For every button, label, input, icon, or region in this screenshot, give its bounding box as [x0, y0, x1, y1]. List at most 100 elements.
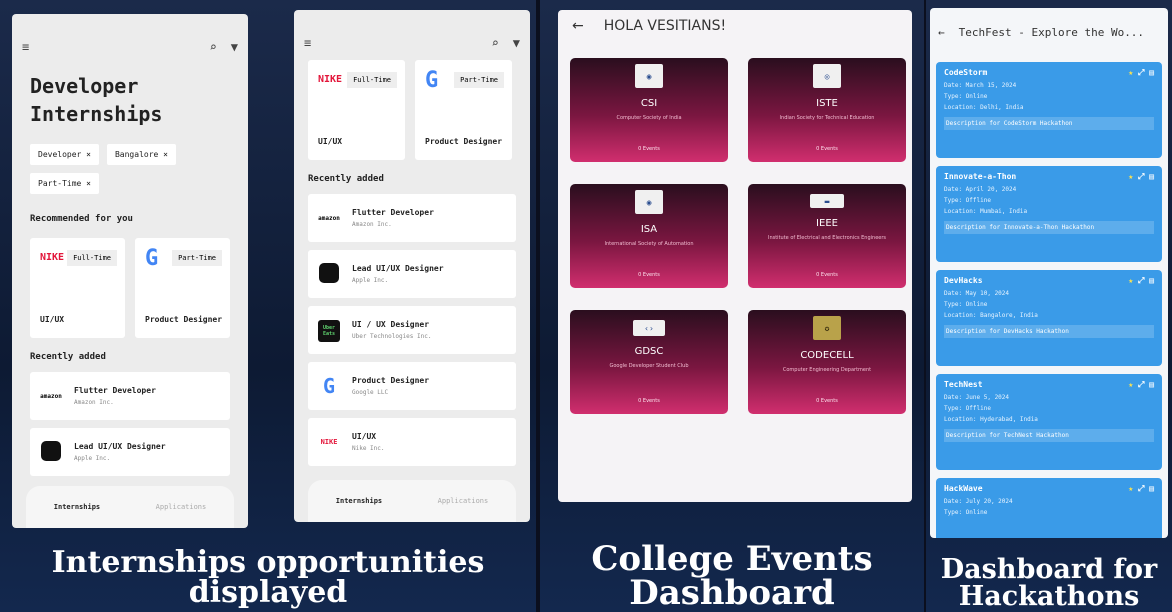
hackathon-card[interactable]: TechNest ★ ⤢ ▤ Date: June 5, 2024 Type: O…: [936, 374, 1162, 470]
filter-icon[interactable]: ▼: [231, 40, 238, 54]
event-count: 0 Events: [816, 272, 838, 278]
actions-icon[interactable]: ★ ⤢ ▤: [1128, 276, 1154, 286]
internships-screen-b: ≡ ⌕ ▼ NIKE Full-Time UI/UX G Part-Time P…: [294, 10, 530, 522]
job-card[interactable]: NIKE Full-Time UI/UX: [308, 60, 405, 160]
hackathon-type: Type: Offline: [944, 197, 991, 204]
hackathon-location: Location: Bangalore, India: [944, 312, 1038, 319]
hackathon-card[interactable]: HackWave ★ ⤢ ▤ Date: July 20, 2024 Type: …: [936, 478, 1162, 538]
event-card-iste[interactable]: ◎ ISTE Indian Society for Technical Educ…: [748, 58, 906, 162]
hackathon-date: Date: May 10, 2024: [944, 290, 1010, 297]
filter-icon[interactable]: ▼: [513, 36, 520, 50]
event-card-codecell[interactable]: ✪ CODECELL Computer Engineering Departme…: [748, 310, 906, 414]
amazon-logo: amazon: [318, 214, 340, 222]
job-role: Product Designer: [145, 315, 223, 324]
job-card[interactable]: NIKE Full-Time UI/UX: [30, 238, 125, 338]
recommended-cards: NIKE Full-Time UI/UX G Part-Time Product…: [12, 238, 248, 338]
apple-logo: [38, 440, 64, 464]
list-item-title: Lead UI/UX Designer: [352, 264, 444, 273]
actions-icon[interactable]: ★ ⤢ ▤: [1128, 380, 1154, 390]
list-item-company: Apple Inc.: [352, 277, 389, 284]
event-subtitle: Indian Society for Technical Education: [779, 115, 875, 121]
tab-applications[interactable]: Applications: [156, 503, 207, 511]
list-item[interactable]: Lead UI/UX Designer Apple Inc.: [308, 250, 516, 298]
hackathon-description: Description for CodeStorm Hackathon: [944, 117, 1154, 130]
event-subtitle: International Society of Automation: [604, 241, 694, 247]
menu-icon[interactable]: ≡: [22, 40, 29, 54]
hackathon-card[interactable]: Innovate-a-Thon ★ ⤢ ▤ Date: April 20, 202…: [936, 166, 1162, 262]
list-item[interactable]: Uber Eats UI / UX Designer Uber Technolog…: [308, 306, 516, 354]
chip-bangalore[interactable]: Bangalore ×: [106, 144, 176, 165]
google-logo: G: [322, 374, 336, 398]
hackathon-date: Date: July 20, 2024: [944, 498, 1013, 505]
list-item-title: Product Designer: [352, 376, 430, 385]
event-count: 0 Events: [638, 398, 660, 404]
event-name: CODECELL: [800, 350, 854, 361]
list-item[interactable]: G Product Designer Google LLC: [308, 362, 516, 410]
nike-logo: NIKE: [318, 74, 343, 85]
chip-part-time[interactable]: Part-Time ×: [30, 173, 99, 194]
chip-developer[interactable]: Developer ×: [30, 144, 99, 165]
list-item-company: Amazon Inc.: [74, 399, 114, 406]
internships-caption: Internships opportunities displayed: [51, 545, 485, 610]
menu-icon[interactable]: ≡: [304, 36, 311, 50]
recommended-cards: NIKE Full-Time UI/UX G Part-Time Product…: [294, 60, 530, 160]
hackathon-title: HackWave: [944, 484, 983, 493]
internships-panel: ≡ ⌕ ▼ Developer Internships Developer × …: [0, 0, 536, 612]
job-card[interactable]: G Part-Time Product Designer: [135, 238, 230, 338]
gdsc-logo: ‹›: [633, 320, 665, 336]
nike-logo: NIKE: [40, 252, 65, 263]
recent-heading: Recently added: [30, 352, 106, 362]
back-arrow-icon[interactable]: ←: [938, 26, 945, 39]
tab-internships[interactable]: Internships: [54, 503, 100, 511]
event-card-isa[interactable]: ◉ ISA International Society of Automatio…: [570, 184, 728, 288]
hackathon-title: CodeStorm: [944, 68, 988, 77]
event-name: IEEE: [816, 218, 838, 229]
hackathons-caption: Dashboard for Hackathons: [940, 554, 1158, 612]
event-name: ISA: [640, 224, 658, 235]
codecell-logo: ✪: [813, 316, 841, 340]
hackathon-title: Innovate-a-Thon: [944, 172, 1017, 181]
list-item[interactable]: NIKE UI/UX Nike Inc.: [308, 418, 516, 466]
back-arrow-icon[interactable]: ←: [572, 18, 584, 34]
hackathon-card[interactable]: DevHacks ★ ⤢ ▤ Date: May 10, 2024 Type: O…: [936, 270, 1162, 366]
search-icon[interactable]: ⌕: [210, 40, 217, 54]
amazon-logo: amazon: [40, 392, 62, 400]
event-card-ieee[interactable]: ▬ IEEE Institute of Electrical and Elect…: [748, 184, 906, 288]
actions-icon[interactable]: ★ ⤢ ▤: [1128, 172, 1154, 182]
list-item[interactable]: Lead UI/UX Designer Apple Inc.: [30, 428, 230, 476]
actions-icon[interactable]: ★ ⤢ ▤: [1128, 68, 1154, 78]
search-icon[interactable]: ⌕: [492, 36, 499, 50]
list-item-title: Flutter Developer: [352, 208, 434, 217]
top-bar: ≡ ⌕ ▼: [294, 32, 530, 54]
event-card-gdsc[interactable]: ‹› GDSC Google Developer Student Club 0 …: [570, 310, 728, 414]
event-count: 0 Events: [638, 272, 660, 278]
list-item-company: Amazon Inc.: [352, 221, 392, 228]
internships-screen-a: ≡ ⌕ ▼ Developer Internships Developer × …: [12, 14, 248, 528]
hackathon-type: Type: Offline: [944, 405, 991, 412]
filter-chips: Developer × Bangalore × Part-Time ×: [12, 144, 248, 194]
job-type-tag: Part-Time: [172, 250, 222, 266]
tab-applications[interactable]: Applications: [438, 497, 489, 505]
list-item-company: Uber Technologies Inc.: [352, 333, 432, 340]
job-card[interactable]: G Part-Time Product Designer: [415, 60, 512, 160]
events-screen: ← HOLA VESITIANS! ◉ CSI Computer Society…: [558, 10, 912, 502]
hackathon-date: Date: March 15, 2024: [944, 82, 1017, 89]
recommended-heading: Recommended for you: [30, 214, 133, 224]
iste-logo: ◎: [813, 64, 841, 88]
list-item-title: Lead UI/UX Designer: [74, 442, 166, 451]
bottom-nav: Internships Applications: [308, 480, 516, 522]
hackathon-description: Description for DevHacks Hackathon: [944, 325, 1154, 338]
list-item-company: Apple Inc.: [74, 455, 111, 462]
actions-icon[interactable]: ★ ⤢ ▤: [1128, 484, 1154, 494]
job-type-tag: Part-Time: [454, 72, 504, 88]
list-item[interactable]: amazon Flutter Developer Amazon Inc.: [30, 372, 230, 420]
job-type-tag: Full-Time: [67, 250, 117, 266]
top-bar: ≡ ⌕ ▼: [12, 36, 248, 58]
hackathon-card[interactable]: CodeStorm ★ ⤢ ▤ Date: March 15, 2024 Type…: [936, 62, 1162, 158]
hackathons-title: TechFest - Explore the Wo...: [958, 26, 1145, 39]
page-title: Developer Internships: [30, 74, 163, 126]
list-item[interactable]: amazon Flutter Developer Amazon Inc.: [308, 194, 516, 242]
apple-logo: [316, 262, 342, 286]
tab-internships[interactable]: Internships: [336, 497, 382, 505]
event-card-csi[interactable]: ◉ CSI Computer Society of India 0 Events: [570, 58, 728, 162]
